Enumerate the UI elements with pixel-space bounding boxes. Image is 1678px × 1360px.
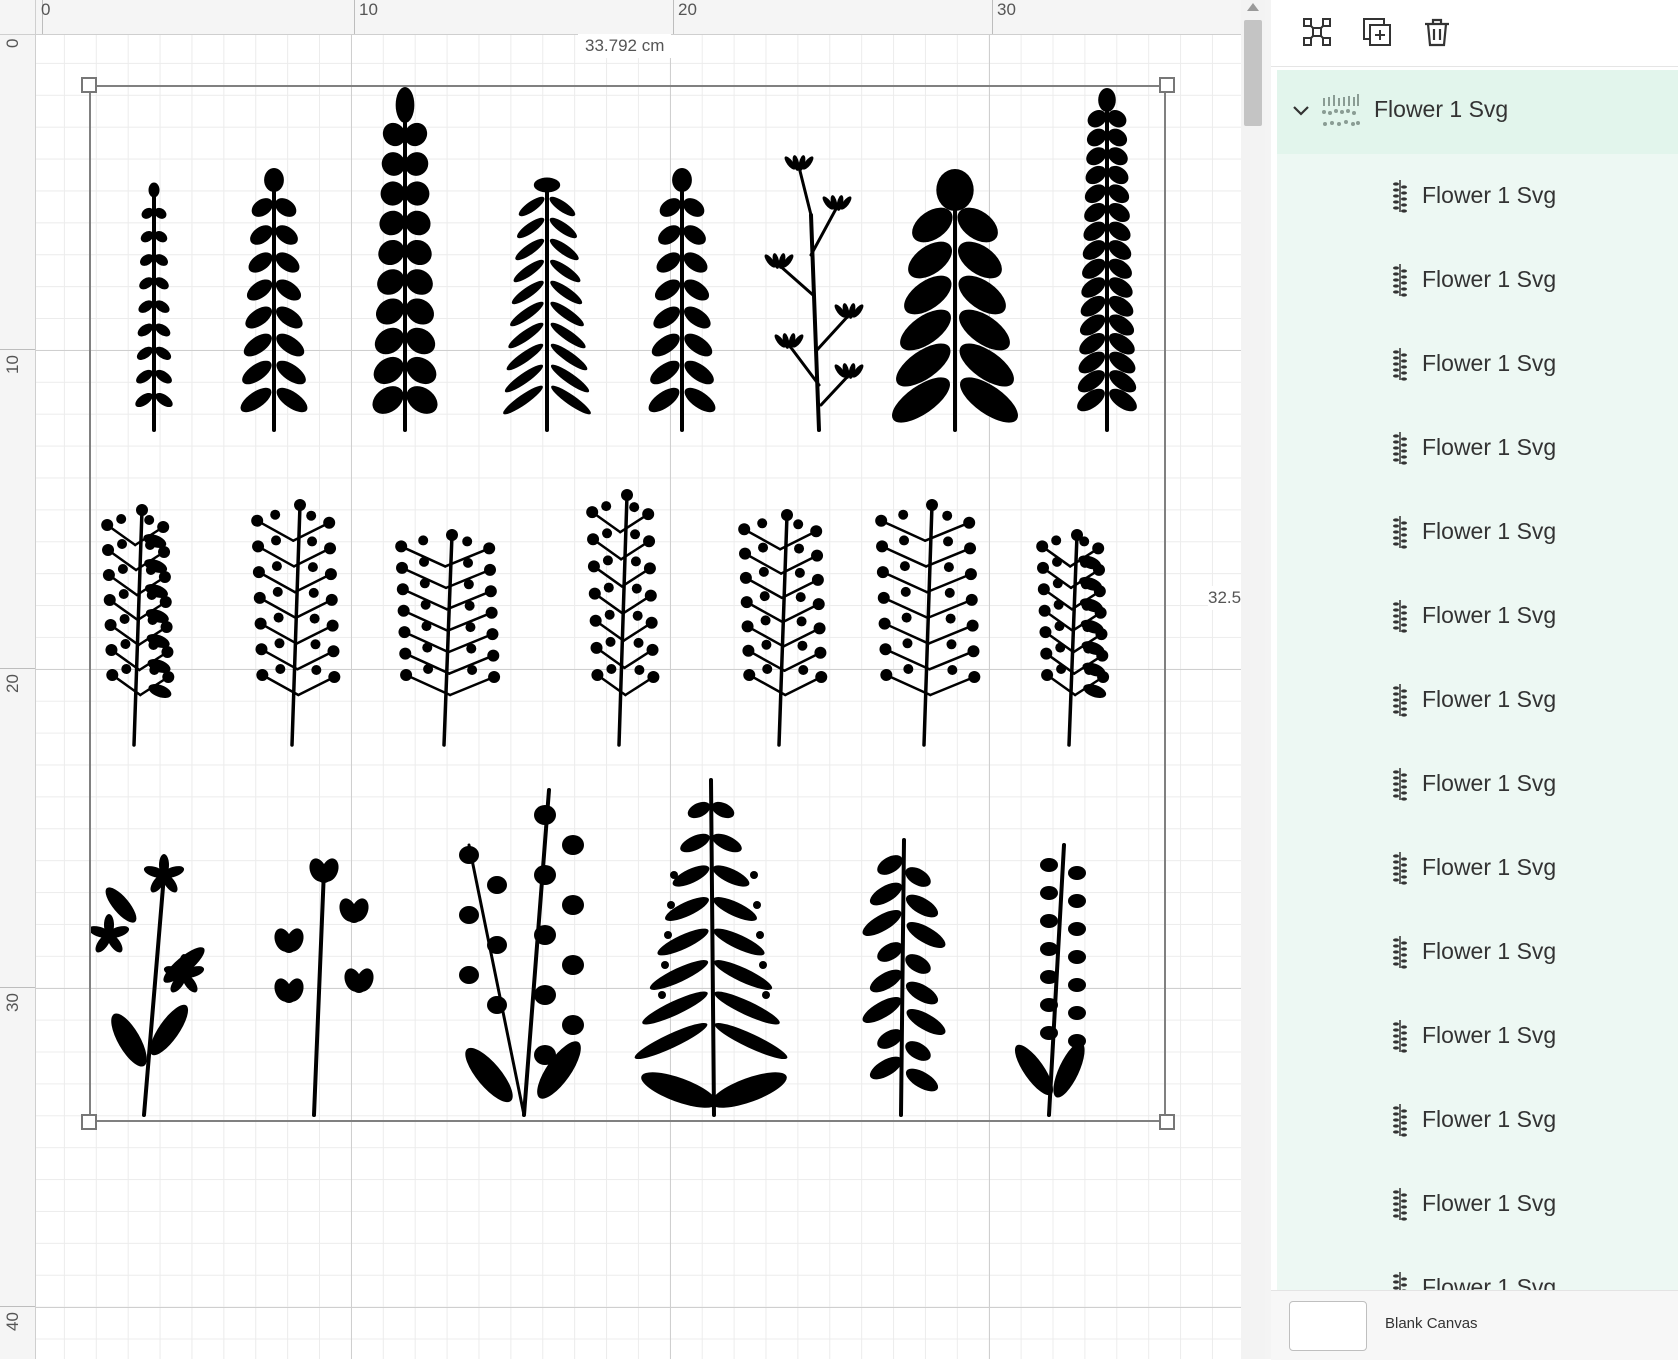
ruler-label: 30 (3, 993, 22, 1012)
layer-label: Flower 1 Svg (1422, 518, 1557, 544)
resize-handle-top-left[interactable] (81, 77, 97, 93)
ruler-label: 10 (359, 0, 378, 19)
layer-row[interactable]: Flower 1 Svg (1277, 238, 1678, 322)
ruler-label: 10 (3, 355, 22, 374)
ruler-label: 0 (3, 38, 22, 48)
layer-label: Flower 1 Svg (1422, 350, 1557, 376)
layer-thumbnail (1393, 1188, 1407, 1221)
layer-group-row[interactable]: Flower 1 Svg (1277, 70, 1678, 154)
layer-row[interactable]: Flower 1 Svg (1277, 1078, 1678, 1162)
layer-row[interactable]: Flower 1 Svg (1277, 910, 1678, 994)
canvas-label: Blank Canvas (1385, 1315, 1478, 1332)
layer-row[interactable]: Flower 1 Svg (1277, 826, 1678, 910)
vertical-ruler: 0 10 20 30 40 (0, 34, 36, 1359)
selection-width-label: 33.792 cm (578, 34, 672, 58)
layer-thumbnail (1393, 768, 1407, 801)
layer-thumbnail (1393, 1104, 1407, 1137)
layer-row[interactable]: Flower 1 Svg (1277, 406, 1678, 490)
layer-label: Flower 1 Svg (1422, 1106, 1557, 1132)
layer-row[interactable]: Flower 1 Svg (1277, 154, 1678, 238)
layer-list[interactable]: Flower 1 Svg Flower 1 Svg Flower 1 Svg Flo… (1277, 70, 1678, 1290)
layer-row[interactable]: Flower 1 Svg (1277, 994, 1678, 1078)
layer-label: Flower 1 Svg (1422, 938, 1557, 964)
design-canvas[interactable]: 0 10 20 30 0 10 20 30 40 33.792 cm 32.5 (0, 0, 1265, 1359)
canvas-color-swatch[interactable] (1289, 1301, 1367, 1351)
layer-row[interactable]: Flower 1 Svg (1277, 322, 1678, 406)
vertical-scrollbar[interactable] (1241, 0, 1265, 1359)
ruler-label: 0 (41, 0, 51, 19)
layer-group-label: Flower 1 Svg (1374, 96, 1509, 122)
group-thumbnail (1322, 94, 1360, 126)
resize-handle-bottom-right[interactable] (1159, 1114, 1175, 1130)
ruler-label: 20 (3, 674, 22, 693)
selection-height-label: 32.5 (1208, 586, 1241, 610)
selection-bounding-box[interactable] (89, 85, 1166, 1122)
layer-label: Flower 1 Svg (1422, 854, 1557, 880)
ruler-label: 30 (997, 0, 1016, 19)
layers-panel: Flower 1 Svg Flower 1 Svg Flower 1 Svg Flo… (1265, 0, 1678, 1360)
layer-thumbnail (1393, 600, 1407, 633)
layer-row[interactable]: Flower 1 Svg (1277, 1162, 1678, 1246)
ruler-label: 40 (3, 1312, 22, 1331)
panel-divider (1265, 0, 1271, 1359)
layer-row[interactable]: Flower 1 Svg (1277, 658, 1678, 742)
layer-thumbnail (1393, 1020, 1407, 1053)
delete-button[interactable] (1417, 12, 1457, 52)
layer-thumbnail (1393, 348, 1407, 381)
ruler-label: 20 (678, 0, 697, 19)
layer-label: Flower 1 Svg (1422, 266, 1557, 292)
scroll-up-arrow-icon[interactable] (1247, 3, 1259, 11)
horizontal-ruler: 0 10 20 30 (35, 0, 1241, 35)
layer-thumbnail (1393, 1272, 1407, 1290)
layer-thumbnail (1393, 180, 1407, 213)
layer-row[interactable]: Flower 1 Svg (1277, 1246, 1678, 1290)
ungroup-button[interactable] (1297, 12, 1337, 52)
layer-thumbnail (1393, 684, 1407, 717)
ungroup-icon (1303, 18, 1331, 46)
canvas-settings-row[interactable]: Blank Canvas (1271, 1290, 1678, 1360)
duplicate-button[interactable] (1357, 12, 1397, 52)
layer-row[interactable]: Flower 1 Svg (1277, 574, 1678, 658)
layer-thumbnail (1393, 432, 1407, 465)
layer-thumbnail (1393, 264, 1407, 297)
scrollbar-thumb[interactable] (1244, 20, 1262, 126)
layer-label: Flower 1 Svg (1422, 1190, 1557, 1216)
layer-thumbnail (1393, 516, 1407, 549)
chevron-down-icon[interactable] (1291, 100, 1311, 120)
layer-label: Flower 1 Svg (1422, 602, 1557, 628)
layer-thumbnail (1393, 936, 1407, 969)
layer-label: Flower 1 Svg (1422, 1274, 1557, 1290)
layers-toolbar (1271, 0, 1678, 67)
trash-icon (1425, 18, 1449, 47)
layer-row[interactable]: Flower 1 Svg (1277, 742, 1678, 826)
layer-label: Flower 1 Svg (1422, 686, 1557, 712)
layer-label: Flower 1 Svg (1422, 1022, 1557, 1048)
layer-row[interactable]: Flower 1 Svg (1277, 490, 1678, 574)
layer-label: Flower 1 Svg (1422, 434, 1557, 460)
ruler-corner (0, 0, 36, 35)
duplicate-icon (1363, 18, 1391, 46)
layer-thumbnail (1393, 852, 1407, 885)
resize-handle-bottom-left[interactable] (81, 1114, 97, 1130)
layer-label: Flower 1 Svg (1422, 182, 1557, 208)
resize-handle-top-right[interactable] (1159, 77, 1175, 93)
layer-label: Flower 1 Svg (1422, 770, 1557, 796)
